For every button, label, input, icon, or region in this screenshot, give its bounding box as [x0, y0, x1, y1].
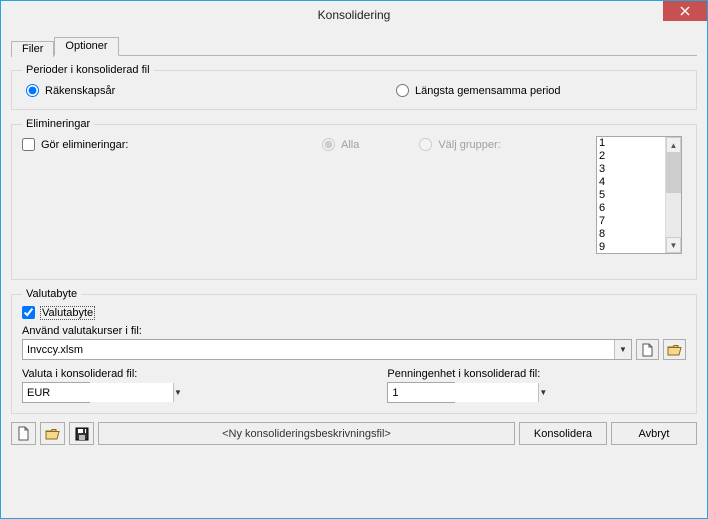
open-file-button[interactable] — [663, 339, 686, 360]
combo-penning[interactable]: ▼ — [387, 382, 455, 403]
group-valutabyte: Valutabyte Valutabyte Använd valutakurse… — [11, 288, 697, 414]
list-item[interactable]: 2 — [599, 150, 663, 163]
label-penning: Penningenhet i konsoliderad fil: — [387, 368, 540, 380]
open-folder-icon — [45, 428, 60, 440]
penning-input[interactable] — [388, 383, 538, 402]
check-gor-elim-input[interactable] — [22, 138, 35, 151]
combo-rate-file[interactable]: ▼ — [22, 339, 632, 360]
avbryt-button[interactable]: Avbryt — [611, 422, 697, 445]
new-file-icon — [17, 426, 30, 441]
group-elim-legend: Elimineringar — [22, 118, 94, 130]
toolbar-open-button[interactable] — [40, 422, 65, 445]
open-folder-icon — [667, 344, 682, 356]
radio-valj-grupper: Välj grupper: — [419, 138, 500, 151]
check-gor-elim-label: Gör elimineringar: — [41, 139, 128, 151]
konsolidera-button[interactable]: Konsolidera — [519, 422, 607, 445]
new-file-icon — [641, 343, 654, 357]
close-icon — [680, 6, 690, 16]
listbox-items: 123456789 — [597, 137, 665, 253]
valuta-input[interactable] — [23, 383, 173, 402]
tab-strip: Filer Optioner — [11, 35, 697, 56]
label-anvand-fil: Använd valutakurser i fil: — [22, 325, 686, 337]
description-file-path: <Ny konsolideringsbeskrivningsfil> — [98, 422, 515, 445]
rate-file-dropdown[interactable]: ▼ — [614, 340, 631, 359]
scroll-up-button[interactable]: ▲ — [666, 137, 681, 153]
radio-rakenskapsar-input[interactable] — [26, 84, 39, 97]
window: Konsolidering Filer Optioner Perioder i … — [0, 0, 708, 519]
toolbar-save-button[interactable] — [69, 422, 94, 445]
list-item[interactable]: 7 — [599, 215, 663, 228]
combo-valuta[interactable]: ▼ — [22, 382, 90, 403]
client-area: Filer Optioner Perioder i konsoliderad f… — [1, 29, 707, 518]
list-item[interactable]: 1 — [599, 137, 663, 150]
list-item[interactable]: 3 — [599, 163, 663, 176]
toolbar-new-button[interactable] — [11, 422, 36, 445]
list-item[interactable]: 8 — [599, 228, 663, 241]
close-button[interactable] — [663, 1, 707, 21]
check-valutabyte-label: Valutabyte — [41, 307, 94, 319]
radio-alla-input — [322, 138, 335, 151]
group-elimineringar: Elimineringar Gör elimineringar: Alla — [11, 118, 697, 280]
scroll-track[interactable] — [666, 153, 681, 237]
radio-langsta-input[interactable] — [396, 84, 409, 97]
valuta-dropdown[interactable]: ▼ — [173, 383, 182, 402]
group-periods-legend: Perioder i konsoliderad fil — [22, 64, 154, 76]
check-valutabyte[interactable]: Valutabyte — [22, 306, 94, 319]
check-valutabyte-input[interactable] — [22, 306, 35, 319]
group-periods: Perioder i konsoliderad fil Räkenskapsår… — [11, 64, 697, 110]
scroll-thumb[interactable] — [666, 153, 681, 193]
radio-langsta-label: Längsta gemensamma period — [415, 85, 561, 97]
scrollbar[interactable]: ▲ ▼ — [665, 137, 681, 253]
new-file-button[interactable] — [636, 339, 659, 360]
listbox-groups[interactable]: 123456789 ▲ ▼ — [596, 136, 682, 254]
radio-rakenskapsar[interactable]: Räkenskapsår — [26, 84, 386, 97]
radio-valj-input — [419, 138, 432, 151]
rate-file-input[interactable] — [23, 340, 614, 359]
bottom-toolbar: <Ny konsolideringsbeskrivningsfil> Konso… — [11, 422, 697, 445]
tab-optioner[interactable]: Optioner — [54, 37, 118, 56]
save-icon — [75, 427, 89, 441]
penning-dropdown[interactable]: ▼ — [538, 383, 547, 402]
window-title: Konsolidering — [1, 8, 707, 22]
radio-valj-label: Välj grupper: — [438, 139, 500, 151]
tab-filer[interactable]: Filer — [11, 41, 54, 57]
list-item[interactable]: 4 — [599, 176, 663, 189]
check-gor-elim[interactable]: Gör elimineringar: — [22, 138, 128, 151]
label-valuta: Valuta i konsoliderad fil: — [22, 368, 137, 380]
titlebar: Konsolidering — [1, 1, 707, 29]
list-item[interactable]: 6 — [599, 202, 663, 215]
radio-langsta[interactable]: Längsta gemensamma period — [396, 84, 561, 97]
radio-alla-label: Alla — [341, 139, 359, 151]
group-valuta-legend: Valutabyte — [22, 288, 81, 300]
list-item[interactable]: 5 — [599, 189, 663, 202]
radio-alla: Alla — [322, 138, 359, 151]
list-item[interactable]: 9 — [599, 241, 663, 253]
scroll-down-button[interactable]: ▼ — [666, 237, 681, 253]
radio-rakenskapsar-label: Räkenskapsår — [45, 85, 115, 97]
